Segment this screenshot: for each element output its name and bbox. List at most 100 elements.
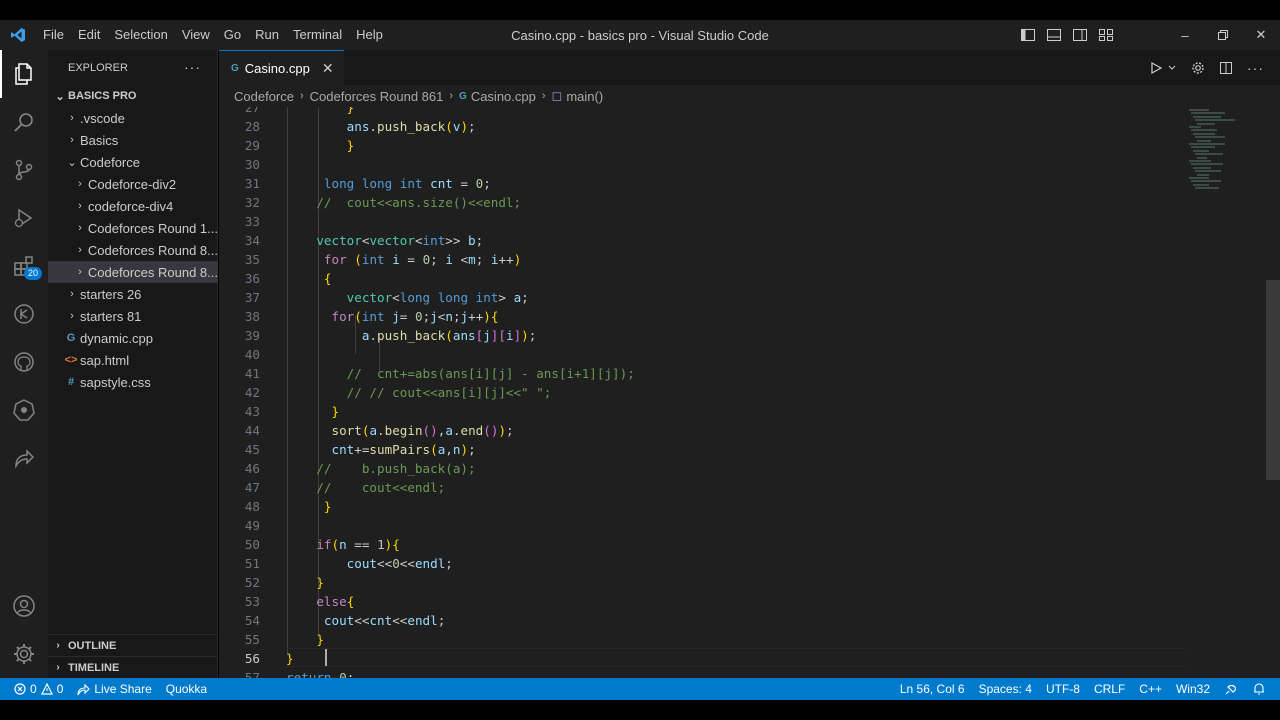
source-control-icon[interactable]	[0, 146, 48, 194]
remote-explorer-icon[interactable]	[0, 290, 48, 338]
more-actions-icon[interactable]: ···	[1247, 60, 1264, 76]
tree-file-dynamic-cpp[interactable]: G dynamic.cpp	[48, 327, 218, 349]
chevron-down-icon[interactable]	[1167, 63, 1177, 73]
code-line[interactable]: 46 // b.push_back(a);	[219, 459, 1184, 478]
code-line[interactable]: 27 }	[219, 107, 1184, 117]
code-editor[interactable]: 27 } 28 ans.push_back(v); 29 } 30 31 long lo…	[219, 107, 1280, 678]
code-line[interactable]: 35 for (int i = 0; i <m; i++)	[219, 250, 1184, 269]
restore-icon[interactable]	[1204, 20, 1242, 50]
search-icon[interactable]	[0, 98, 48, 146]
toggle-primary-sidebar-icon[interactable]	[1020, 27, 1036, 43]
code-line[interactable]: 52 }	[219, 573, 1184, 592]
workspace-header[interactable]: ⌄ BASICS PRO	[48, 85, 218, 107]
code-line[interactable]: 44 sort(a.begin(),a.end());	[219, 421, 1184, 440]
code-line[interactable]: 29 }	[219, 136, 1184, 155]
code-line[interactable]: 31 long long int cnt = 0;	[219, 174, 1184, 193]
code-line[interactable]: 48 }	[219, 497, 1184, 516]
breadcrumb-item[interactable]: Casino.cpp	[471, 89, 536, 104]
indentation-status[interactable]: Spaces: 4	[972, 682, 1039, 696]
more-actions-icon[interactable]: ···	[184, 59, 201, 75]
menu-terminal[interactable]: Terminal	[286, 20, 349, 50]
menu-selection[interactable]: Selection	[107, 20, 174, 50]
run-icon[interactable]	[1149, 61, 1163, 75]
run-debug-icon[interactable]	[0, 194, 48, 242]
code-line[interactable]: 51 cout<<0<<endl;	[219, 554, 1184, 573]
menu-run[interactable]: Run	[248, 20, 286, 50]
editor-area: G Casino.cpp ✕ ··· Codeforce › Codeforce…	[219, 50, 1280, 678]
toggle-secondary-sidebar-icon[interactable]	[1072, 27, 1088, 43]
tree-folder-codeforces-round-8b[interactable]: › Codeforces Round 8...	[48, 261, 218, 283]
menu-view[interactable]: View	[175, 20, 217, 50]
tree-file-sapstyle-css[interactable]: # sapstyle.css	[48, 371, 218, 393]
kubernetes-icon[interactable]	[0, 386, 48, 434]
encoding-status[interactable]: UTF-8	[1039, 682, 1087, 696]
outline-panel-header[interactable]: › OUTLINE	[48, 634, 218, 656]
code-line[interactable]: 34 vector<vector<int>> b;	[219, 231, 1184, 250]
code-line[interactable]: 36 {	[219, 269, 1184, 288]
code-line[interactable]: 40	[219, 345, 1184, 364]
close-icon[interactable]: ✕	[322, 60, 334, 77]
extensions-icon[interactable]: 20	[0, 242, 48, 290]
tree-folder-vscode[interactable]: › .vscode	[48, 107, 218, 129]
quokka-status[interactable]: Quokka	[159, 682, 214, 696]
breadcrumb-item[interactable]: Codeforces Round 861	[310, 89, 444, 104]
settings-gear-icon[interactable]	[0, 630, 48, 678]
code-line[interactable]: 41 // cnt+=abs(ans[i][j] - ans[i+1][j]);	[219, 364, 1184, 383]
tree-folder-codeforces-round-1[interactable]: › Codeforces Round 1...	[48, 217, 218, 239]
tree-folder-codeforce-div2[interactable]: › Codeforce-div2	[48, 173, 218, 195]
code-line[interactable]: 54 cout<<cnt<<endl;	[219, 611, 1184, 630]
tree-folder-codeforces-round-8a[interactable]: › Codeforces Round 8...	[48, 239, 218, 261]
tree-folder-starters-81[interactable]: › starters 81	[48, 305, 218, 327]
code-line[interactable]: 45 cnt+=sumPairs(a,n);	[219, 440, 1184, 459]
tree-folder-basics[interactable]: › Basics	[48, 129, 218, 151]
code-line[interactable]: 37 vector<long long int> a;	[219, 288, 1184, 307]
language-mode[interactable]: C++	[1132, 682, 1169, 696]
menu-edit[interactable]: Edit	[71, 20, 107, 50]
split-editor-icon[interactable]	[1219, 61, 1233, 75]
explorer-icon[interactable]	[0, 50, 48, 98]
menu-help[interactable]: Help	[349, 20, 390, 50]
menu-file[interactable]: File	[36, 20, 71, 50]
minimize-icon[interactable]: –	[1166, 20, 1204, 50]
tree-file-sap-html[interactable]: <> sap.html	[48, 349, 218, 371]
code-line[interactable]: 38 for(int j= 0;j<n;j++){	[219, 307, 1184, 326]
customize-layout-icon[interactable]	[1098, 27, 1114, 43]
platform-status[interactable]: Win32	[1169, 682, 1217, 696]
breadcrumb-item[interactable]: Codeforce	[234, 89, 294, 104]
toggle-panel-icon[interactable]	[1046, 27, 1062, 43]
cursor-position[interactable]: Ln 56, Col 6	[893, 682, 972, 696]
menu-go[interactable]: Go	[217, 20, 248, 50]
code-line[interactable]: 57 return 0;	[219, 668, 1184, 678]
timeline-panel-header[interactable]: › TIMELINE	[48, 656, 218, 678]
vertical-scrollbar[interactable]	[1266, 280, 1280, 480]
code-line[interactable]: 42 // // cout<<ans[i][j]<<" ";	[219, 383, 1184, 402]
code-line[interactable]: 43 }	[219, 402, 1184, 421]
code-line[interactable]: 28 ans.push_back(v);	[219, 117, 1184, 136]
tree-folder-codeforce-div4[interactable]: › codeforce-div4	[48, 195, 218, 217]
close-window-icon[interactable]: ✕	[1242, 20, 1280, 50]
code-line[interactable]: 47 // cout<<endl;	[219, 478, 1184, 497]
feedback-icon[interactable]	[1217, 682, 1245, 696]
tree-folder-starters-26[interactable]: › starters 26	[48, 283, 218, 305]
notifications-bell-icon[interactable]	[1245, 682, 1280, 696]
github-icon[interactable]	[0, 338, 48, 386]
code-line[interactable]: 33	[219, 212, 1184, 231]
minimap[interactable]	[1185, 107, 1265, 227]
code-line[interactable]: 55 }	[219, 630, 1184, 649]
live-share-status[interactable]: Live Share	[70, 682, 158, 696]
live-share-icon[interactable]	[0, 434, 48, 482]
code-line[interactable]: 50 if(n == 1){	[219, 535, 1184, 554]
code-line[interactable]: 53 else{	[219, 592, 1184, 611]
tab-casino-cpp[interactable]: G Casino.cpp ✕	[219, 50, 344, 85]
code-line[interactable]: 30	[219, 155, 1184, 174]
eol-status[interactable]: CRLF	[1087, 682, 1132, 696]
problems-status[interactable]: 0 0	[0, 682, 70, 696]
code-line[interactable]: 49	[219, 516, 1184, 535]
gear-icon[interactable]	[1191, 61, 1205, 75]
account-icon[interactable]	[0, 582, 48, 630]
code-line[interactable]: 39 a.push_back(ans[j][i]);	[219, 326, 1184, 345]
code-line[interactable]: 32 // cout<<ans.size()<<endl;	[219, 193, 1184, 212]
tree-folder-codeforce[interactable]: ⌄ Codeforce	[48, 151, 218, 173]
breadcrumb-item[interactable]: main()	[566, 89, 603, 104]
code-line[interactable]: 56}	[219, 649, 1184, 668]
